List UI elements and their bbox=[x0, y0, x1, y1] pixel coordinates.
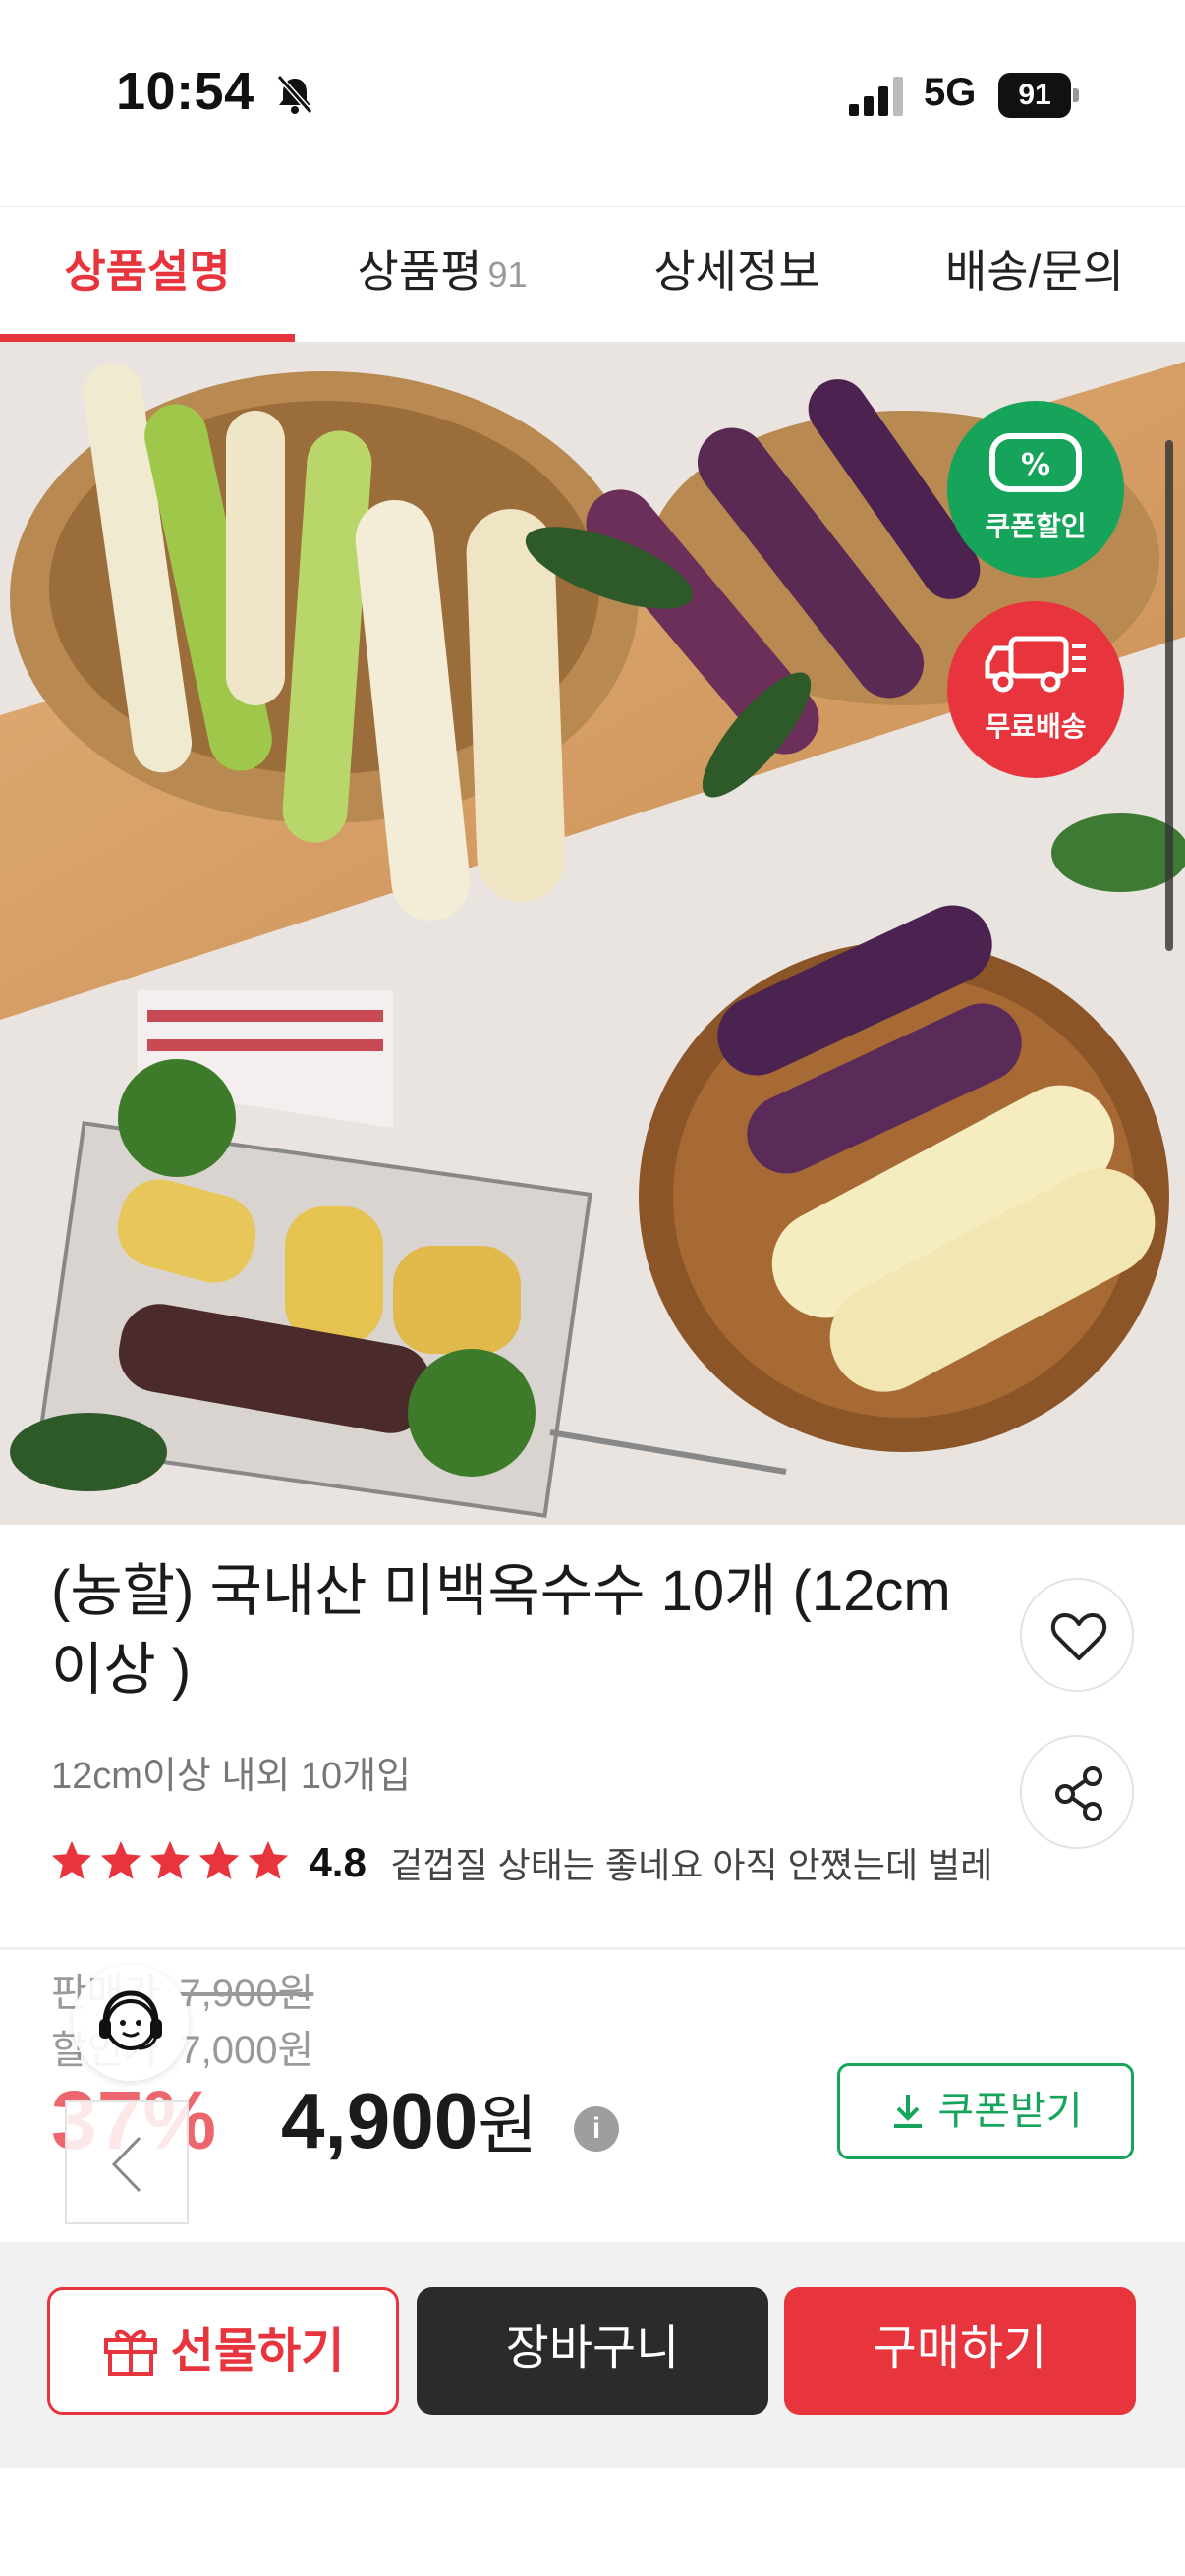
status-time: 10:54 bbox=[116, 62, 254, 121]
final-price-unit: 원 bbox=[478, 2089, 537, 2161]
get-coupon-label: 쿠폰받기 bbox=[937, 2090, 1083, 2133]
bell-off-icon bbox=[276, 75, 313, 114]
product-tabs: 상품설명 상품평 91 상세정보 배송/문의 bbox=[0, 206, 1185, 342]
buy-button[interactable]: 구매하기 bbox=[784, 2287, 1136, 2415]
info-icon[interactable]: i bbox=[574, 2106, 619, 2152]
share-icon bbox=[1055, 1766, 1102, 1821]
tab-description[interactable]: 상품설명 bbox=[0, 207, 295, 343]
tab-details[interactable]: 상세정보 bbox=[590, 207, 884, 343]
gift-icon bbox=[103, 2330, 157, 2377]
star-icon bbox=[248, 1840, 289, 1879]
customer-service-button[interactable] bbox=[73, 1965, 189, 2081]
get-coupon-button[interactable]: 쿠폰받기 bbox=[837, 2063, 1134, 2159]
star-icon bbox=[149, 1840, 191, 1879]
original-price: 7,900원 bbox=[179, 1972, 314, 2015]
tab-reviews[interactable]: 상품평 91 bbox=[295, 207, 590, 343]
download-icon bbox=[894, 2095, 923, 2129]
truck-icon bbox=[985, 636, 1086, 693]
section-divider bbox=[0, 1947, 1185, 1950]
cart-button[interactable]: 장바구니 bbox=[417, 2287, 768, 2415]
svg-text:%: % bbox=[1021, 448, 1050, 482]
tab-label: 상품평 bbox=[357, 246, 482, 297]
tab-label: 배송/문의 bbox=[944, 246, 1125, 297]
tab-label: 상세정보 bbox=[653, 246, 820, 297]
back-button[interactable] bbox=[65, 2100, 189, 2224]
tab-shipping-inquiry[interactable]: 배송/문의 bbox=[884, 207, 1185, 343]
cart-label: 장바구니 bbox=[505, 2323, 680, 2375]
gift-label: 선물하기 bbox=[170, 2325, 345, 2378]
coupon-badge-label: 쿠폰할인 bbox=[985, 511, 1087, 541]
battery-icon: 91 bbox=[998, 73, 1079, 118]
rating-score: 4.8 bbox=[309, 1839, 367, 1885]
bottom-action-bar: 선물하기 장바구니 구매하기 bbox=[0, 2242, 1185, 2468]
wishlist-button[interactable] bbox=[1020, 1578, 1134, 1692]
coupon-percent-icon: % bbox=[989, 433, 1082, 492]
final-price-value: 4,900 bbox=[281, 2077, 479, 2164]
headset-icon bbox=[99, 1990, 162, 2050]
star-rating bbox=[49, 1838, 295, 1888]
rating-row[interactable]: 4.8 겉껍질 상태는 좋네요 아직 안쪘는데 벌레 bbox=[49, 1837, 1012, 1900]
product-image[interactable]: % 쿠폰할인 무료배송 bbox=[0, 342, 1185, 1525]
signal-icon bbox=[849, 77, 903, 116]
review-snippet[interactable]: 겉껍질 상태는 좋네요 아직 안쪘는데 벌레 bbox=[390, 1837, 992, 1888]
free-shipping-label: 무료배송 bbox=[985, 711, 1087, 742]
network-label: 5G bbox=[924, 71, 977, 114]
home-indicator-area bbox=[0, 2468, 1185, 2576]
product-subtitle: 12cm이상 내외 10개입 bbox=[51, 1756, 412, 1797]
review-count: 91 bbox=[487, 254, 528, 295]
free-shipping-badge[interactable]: 무료배송 bbox=[947, 601, 1124, 778]
active-tab-underline bbox=[0, 334, 295, 342]
star-icon bbox=[198, 1840, 240, 1879]
tab-label: 상품설명 bbox=[64, 246, 231, 297]
sale-price: 7,000원 bbox=[179, 2029, 314, 2072]
product-title: (농할) 국내산 미백옥수수 10개 (12cm 이상 ) bbox=[51, 1559, 951, 1702]
share-button[interactable] bbox=[1020, 1735, 1134, 1849]
buy-label: 구매하기 bbox=[873, 2323, 1047, 2375]
final-price: 4,900원 bbox=[281, 2073, 537, 2167]
heart-icon bbox=[1050, 1613, 1107, 1660]
gift-button[interactable]: 선물하기 bbox=[47, 2287, 399, 2415]
status-bar: 10:54 5G 91 bbox=[0, 0, 1185, 196]
battery-tip bbox=[1073, 88, 1079, 102]
star-icon bbox=[51, 1840, 92, 1879]
scrollbar[interactable] bbox=[1165, 440, 1173, 951]
chevron-left-icon bbox=[111, 2136, 141, 2193]
battery-level: 91 bbox=[998, 73, 1071, 118]
star-icon bbox=[100, 1840, 141, 1879]
coupon-discount-badge[interactable]: % 쿠폰할인 bbox=[947, 401, 1124, 578]
